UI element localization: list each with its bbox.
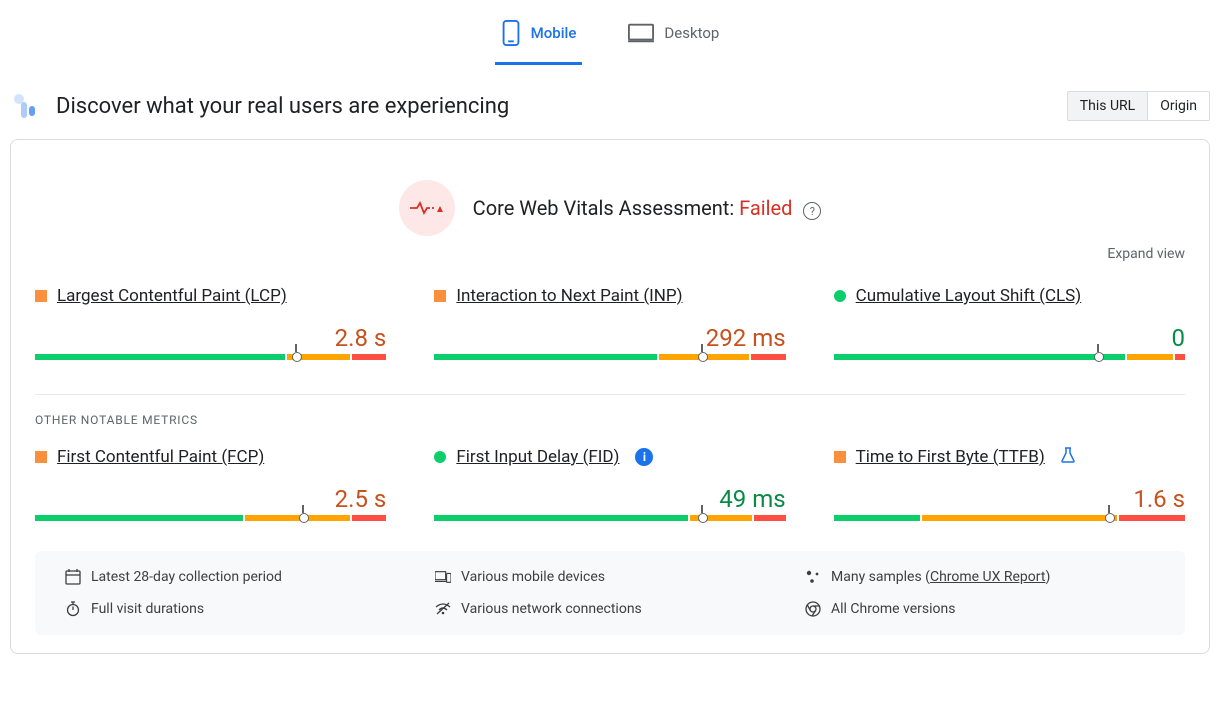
page-title: Discover what your real users are experi… [56, 94, 509, 119]
info-icon[interactable]: i [635, 448, 653, 466]
metric-lcp-value: 2.8 s [35, 324, 386, 352]
assessment-label: Core Web Vitals Assessment: [473, 196, 739, 220]
metric-fid: First Input Delay (FID) i 49 ms [434, 447, 785, 521]
network-icon [435, 601, 451, 617]
flask-icon [1061, 447, 1075, 467]
metric-inp-value: 292 ms [434, 324, 785, 352]
stopwatch-icon [65, 601, 81, 617]
info-connections: Various network connections [435, 601, 785, 617]
tab-mobile-label: Mobile [531, 24, 577, 42]
metric-fid-link[interactable]: First Input Delay (FID) [456, 447, 619, 467]
metric-inp-bar [434, 354, 785, 360]
metric-fcp-link[interactable]: First Contentful Paint (FCP) [57, 447, 264, 467]
info-period: Latest 28-day collection period [65, 569, 415, 585]
info-durations: Full visit durations [65, 601, 415, 617]
status-icon-fcp [35, 451, 47, 463]
url-origin-toggle: This URL Origin [1067, 91, 1210, 121]
scatter-icon [805, 569, 821, 585]
metric-ttfb-value: 1.6 s [834, 485, 1185, 513]
status-icon-inp [434, 290, 446, 302]
crux-icon [10, 92, 38, 120]
metric-lcp: Largest Contentful Paint (LCP) 2.8 s [35, 286, 386, 360]
info-versions: All Chrome versions [805, 601, 1155, 617]
status-icon-ttfb [834, 451, 846, 463]
metric-cls: Cumulative Layout Shift (CLS) 0 [834, 286, 1185, 360]
tab-desktop-label: Desktop [664, 24, 719, 42]
assessment-header: Core Web Vitals Assessment: Failed ? [35, 180, 1185, 236]
metric-fid-bar [434, 515, 785, 521]
tab-desktop[interactable]: Desktop [622, 10, 725, 65]
status-icon-cls [834, 290, 846, 302]
metric-lcp-bar [35, 354, 386, 360]
info-devices: Various mobile devices [435, 569, 785, 585]
toggle-origin[interactable]: Origin [1147, 92, 1209, 120]
assessment-status: Failed [739, 196, 792, 220]
desktop-icon [628, 23, 654, 43]
info-samples: Many samples (Chrome UX Report) [805, 569, 1155, 585]
crux-report-link[interactable]: Chrome UX Report [930, 569, 1045, 585]
metric-cls-bar [834, 354, 1185, 360]
collection-info: Latest 28-day collection period Various … [35, 551, 1185, 635]
other-metrics-row: First Contentful Paint (FCP) 2.5 s First… [35, 447, 1185, 521]
metric-ttfb-link[interactable]: Time to First Byte (TTFB) [856, 447, 1045, 467]
status-icon-lcp [35, 290, 47, 302]
toggle-this-url[interactable]: This URL [1068, 92, 1147, 120]
metric-cls-link[interactable]: Cumulative Layout Shift (CLS) [856, 286, 1082, 306]
help-icon[interactable]: ? [803, 202, 821, 220]
assessment-text: Core Web Vitals Assessment: Failed ? [473, 196, 822, 221]
chrome-icon [805, 601, 821, 617]
metric-cls-value: 0 [834, 324, 1185, 352]
metric-inp: Interaction to Next Paint (INP) 292 ms [434, 286, 785, 360]
metric-fid-value: 49 ms [434, 485, 785, 513]
expand-view-link[interactable]: Expand view [35, 246, 1185, 262]
header: Discover what your real users are experi… [0, 65, 1220, 139]
assessment-card: Core Web Vitals Assessment: Failed ? Exp… [10, 139, 1210, 654]
metric-fcp: First Contentful Paint (FCP) 2.5 s [35, 447, 386, 521]
core-metrics-row: Largest Contentful Paint (LCP) 2.8 s Int… [35, 286, 1185, 360]
other-metrics-label: OTHER NOTABLE METRICS [35, 413, 1185, 427]
mobile-icon [501, 20, 521, 46]
status-icon-fid [434, 451, 446, 463]
metric-ttfb-bar [834, 515, 1185, 521]
metric-fcp-bar [35, 515, 386, 521]
calendar-icon [65, 569, 81, 585]
devices-icon [435, 569, 451, 585]
metric-lcp-link[interactable]: Largest Contentful Paint (LCP) [57, 286, 287, 306]
pulse-icon [399, 180, 455, 236]
metric-inp-link[interactable]: Interaction to Next Paint (INP) [456, 286, 682, 306]
divider [35, 394, 1185, 395]
metric-fcp-value: 2.5 s [35, 485, 386, 513]
metric-ttfb: Time to First Byte (TTFB) 1.6 s [834, 447, 1185, 521]
tab-mobile[interactable]: Mobile [495, 10, 583, 65]
device-tabs: Mobile Desktop [0, 0, 1220, 65]
